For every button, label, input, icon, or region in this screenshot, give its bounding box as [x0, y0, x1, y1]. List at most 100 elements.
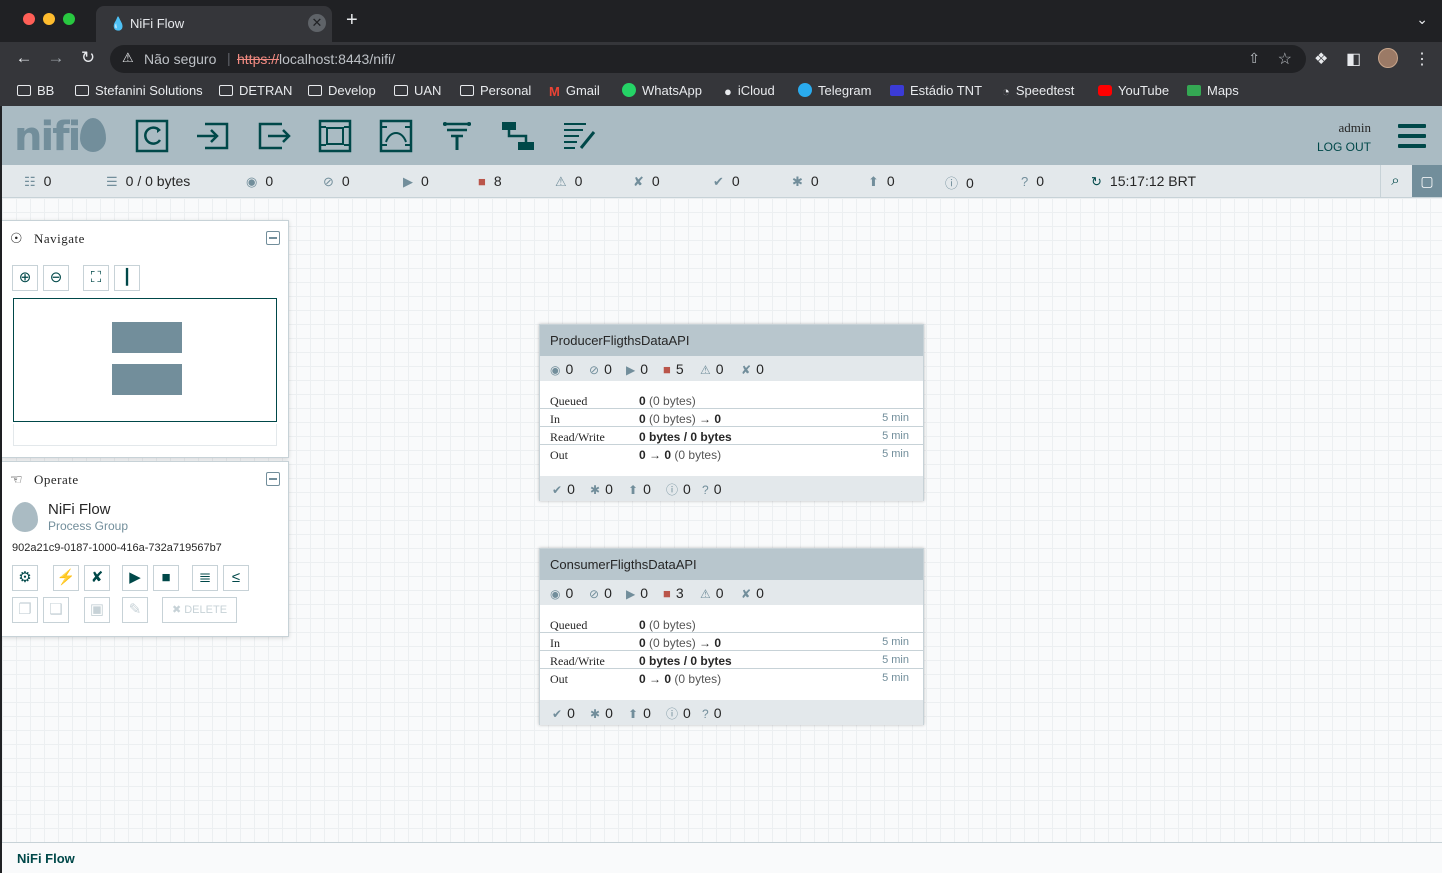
bulletin-board-icon[interactable]: ▢: [1412, 165, 1442, 197]
start-play-icon[interactable]: ▶: [122, 565, 148, 591]
upload-template-icon[interactable]: ≤: [223, 565, 249, 591]
stats-row-in: In 0 (0 bytes) → 05 min: [540, 633, 923, 651]
bookmark-uan[interactable]: UAN: [394, 83, 441, 98]
forward-arrow-icon[interactable]: →: [45, 48, 67, 68]
paste-icon[interactable]: ❑: [43, 597, 69, 623]
bookmark-personal[interactable]: Personal: [460, 83, 531, 98]
logout-link[interactable]: LOG OUT: [1317, 140, 1371, 154]
bookmark-develop[interactable]: Develop: [308, 83, 376, 98]
process-group-producer[interactable]: ProducerFligthsDataAPI ◉ 0 ⊘ 0 ▶ 0 ■ 5 ⚠ 0 ✘ 0…: [539, 324, 924, 501]
nifi-header: nifi admin LOG OUT: [2, 106, 1442, 165]
delete-button[interactable]: ✖ DELETE: [162, 597, 237, 623]
bookmark-star-icon[interactable]: ☆: [1278, 49, 1292, 69]
create-template-icon[interactable]: ≣: [192, 565, 218, 591]
close-tab-icon[interactable]: ✕: [308, 14, 326, 32]
reload-icon[interactable]: ↻: [77, 48, 99, 68]
asterisk-icon: ✱: [590, 707, 601, 721]
configure-gear-icon[interactable]: ⚙: [12, 565, 38, 591]
bookmark-icloud[interactable]: ● iCloud: [724, 83, 775, 99]
extensions-puzzle-icon[interactable]: ❖: [1314, 49, 1328, 69]
birdseye-view[interactable]: [13, 298, 277, 422]
flow-status-bar: ☷ 0 ☰ 0 / 0 bytes ◉ 0 ⊘ 0 ▶ 0 ■ 8 ⚠ 0 ✘ 0 ✔ 0 ✱ 0 …: [2, 165, 1442, 198]
bookmark-estadio-tnt[interactable]: Estádio TNT: [890, 83, 982, 98]
play-icon: ▶: [626, 587, 636, 601]
bookmark-youtube[interactable]: YouTube: [1098, 83, 1169, 98]
sync-failure-status: ? 0: [1021, 173, 1045, 189]
browser-menu-icon[interactable]: ⋮: [1414, 49, 1430, 69]
chevron-down-icon[interactable]: ⌄: [1416, 11, 1428, 28]
bookmark-stefanini[interactable]: Stefanini Solutions: [75, 83, 203, 98]
running-status: ▶ 0: [403, 173, 429, 189]
bookmark-gmail[interactable]: M Gmail: [549, 83, 600, 99]
copy-icon[interactable]: ❐: [12, 597, 38, 623]
bookmark-speedtest[interactable]: ◔ Speedtest: [1002, 83, 1074, 99]
window-zoom-button[interactable]: [63, 13, 75, 25]
breadcrumb-nifi-flow[interactable]: NiFi Flow: [17, 851, 75, 866]
process-group-consumer[interactable]: ConsumerFligthsDataAPI ◉ 0 ⊘ 0 ▶ 0 ■ 3 ⚠ 0 ✘ 0…: [539, 548, 924, 725]
enable-lightning-icon[interactable]: ⚡: [53, 565, 79, 591]
group-icon[interactable]: ▣: [84, 597, 110, 623]
folder-icon: [219, 85, 233, 96]
bookmark-bb[interactable]: BB: [17, 83, 54, 98]
process-group-icon[interactable]: [317, 118, 353, 154]
funnel-icon[interactable]: [439, 118, 475, 154]
stats-row-out: Out 0 → 0 (0 bytes) 5 min: [550, 448, 909, 462]
stats-row-out: Out 0 → 0 (0 bytes) 5 min: [550, 672, 909, 686]
disable-icon[interactable]: ✘: [84, 565, 110, 591]
bookmark-telegram[interactable]: Telegram: [798, 83, 871, 98]
window-close-button[interactable]: [23, 13, 35, 25]
bookmark-detran[interactable]: DETRAN: [219, 83, 292, 98]
bookmark-maps[interactable]: Maps: [1187, 83, 1239, 98]
actual-size-icon[interactable]: ┃: [114, 265, 140, 291]
operate-title: Operate: [34, 472, 79, 487]
global-menu-icon[interactable]: [1398, 124, 1426, 148]
input-port-icon[interactable]: [195, 118, 231, 154]
process-group-title-bar[interactable]: ProducerFligthsDataAPI: [540, 325, 923, 356]
navigate-header[interactable]: ☉ Navigate: [2, 221, 289, 255]
locally-modified-status: ✱ 0: [792, 173, 819, 189]
security-label[interactable]: Não seguro: [144, 51, 216, 67]
bookmarks-bar: BB Stefanini Solutions DETRAN Develop UA…: [0, 76, 1442, 106]
stale-up-arrow-icon: ⬆: [868, 174, 879, 189]
process-group-title-bar[interactable]: ConsumerFligthsDataAPI: [540, 549, 923, 580]
processor-icon[interactable]: [134, 118, 170, 154]
back-arrow-icon[interactable]: ←: [13, 48, 35, 68]
window-minimize-button[interactable]: [43, 13, 55, 25]
template-icon[interactable]: [500, 118, 536, 154]
url-text[interactable]: https://localhost:8443/nifi/: [237, 51, 395, 67]
process-group-version-counts: ✔ 0 ✱ 0 ⬆ 0 ⓘ 0 ? 0: [540, 476, 923, 501]
disabled-status: ✘ 0: [633, 173, 660, 189]
side-panel-icon[interactable]: ◧: [1346, 49, 1361, 69]
zoom-in-icon[interactable]: ⊕: [12, 265, 38, 291]
exclamation-icon: ⓘ: [666, 707, 679, 721]
refresh-status[interactable]: ↻ 15:17:12 BRT: [1091, 173, 1196, 190]
bookmark-whatsapp[interactable]: WhatsApp: [622, 83, 702, 98]
operate-header[interactable]: ☜ Operate: [2, 462, 289, 496]
stale-status: ⬆ 0: [868, 173, 895, 189]
zoom-out-icon[interactable]: ⊖: [43, 265, 69, 291]
disabled-icon: ✘: [741, 587, 752, 601]
check-icon: ✔: [552, 707, 563, 721]
flow-canvas[interactable]: ☉ Navigate ⊕ ⊖ ⛶ ┃ ☜ Operate NiFi Flow P…: [2, 198, 1442, 842]
compass-icon: ☉: [10, 230, 23, 246]
transmitting-status: ◉ 0: [246, 173, 274, 189]
address-bar[interactable]: ⚠ Não seguro | https://localhost:8443/ni…: [110, 45, 1306, 73]
warning-triangle-icon[interactable]: ⚠: [122, 50, 134, 66]
collapse-icon[interactable]: [266, 472, 280, 486]
label-icon[interactable]: [561, 118, 597, 154]
refresh-icon[interactable]: ↻: [1091, 174, 1102, 189]
browser-tab-active[interactable]: 💧 NiFi Flow ✕: [96, 6, 332, 42]
share-icon[interactable]: ⇧: [1248, 50, 1260, 67]
color-brush-icon[interactable]: ✎: [122, 597, 148, 623]
maps-icon: [1187, 85, 1201, 96]
search-icon[interactable]: ⌕: [1380, 165, 1410, 197]
remote-process-group-icon[interactable]: [378, 118, 414, 154]
output-port-icon[interactable]: [256, 118, 292, 154]
operate-palette: ☜ Operate NiFi Flow Process Group 902a21…: [2, 461, 289, 637]
profile-avatar[interactable]: [1378, 48, 1398, 68]
new-tab-button[interactable]: +: [346, 10, 358, 30]
stop-square-icon[interactable]: ■: [153, 565, 179, 591]
collapse-icon[interactable]: [266, 231, 280, 245]
fit-icon[interactable]: ⛶: [83, 265, 109, 291]
telegram-icon: [798, 83, 812, 97]
